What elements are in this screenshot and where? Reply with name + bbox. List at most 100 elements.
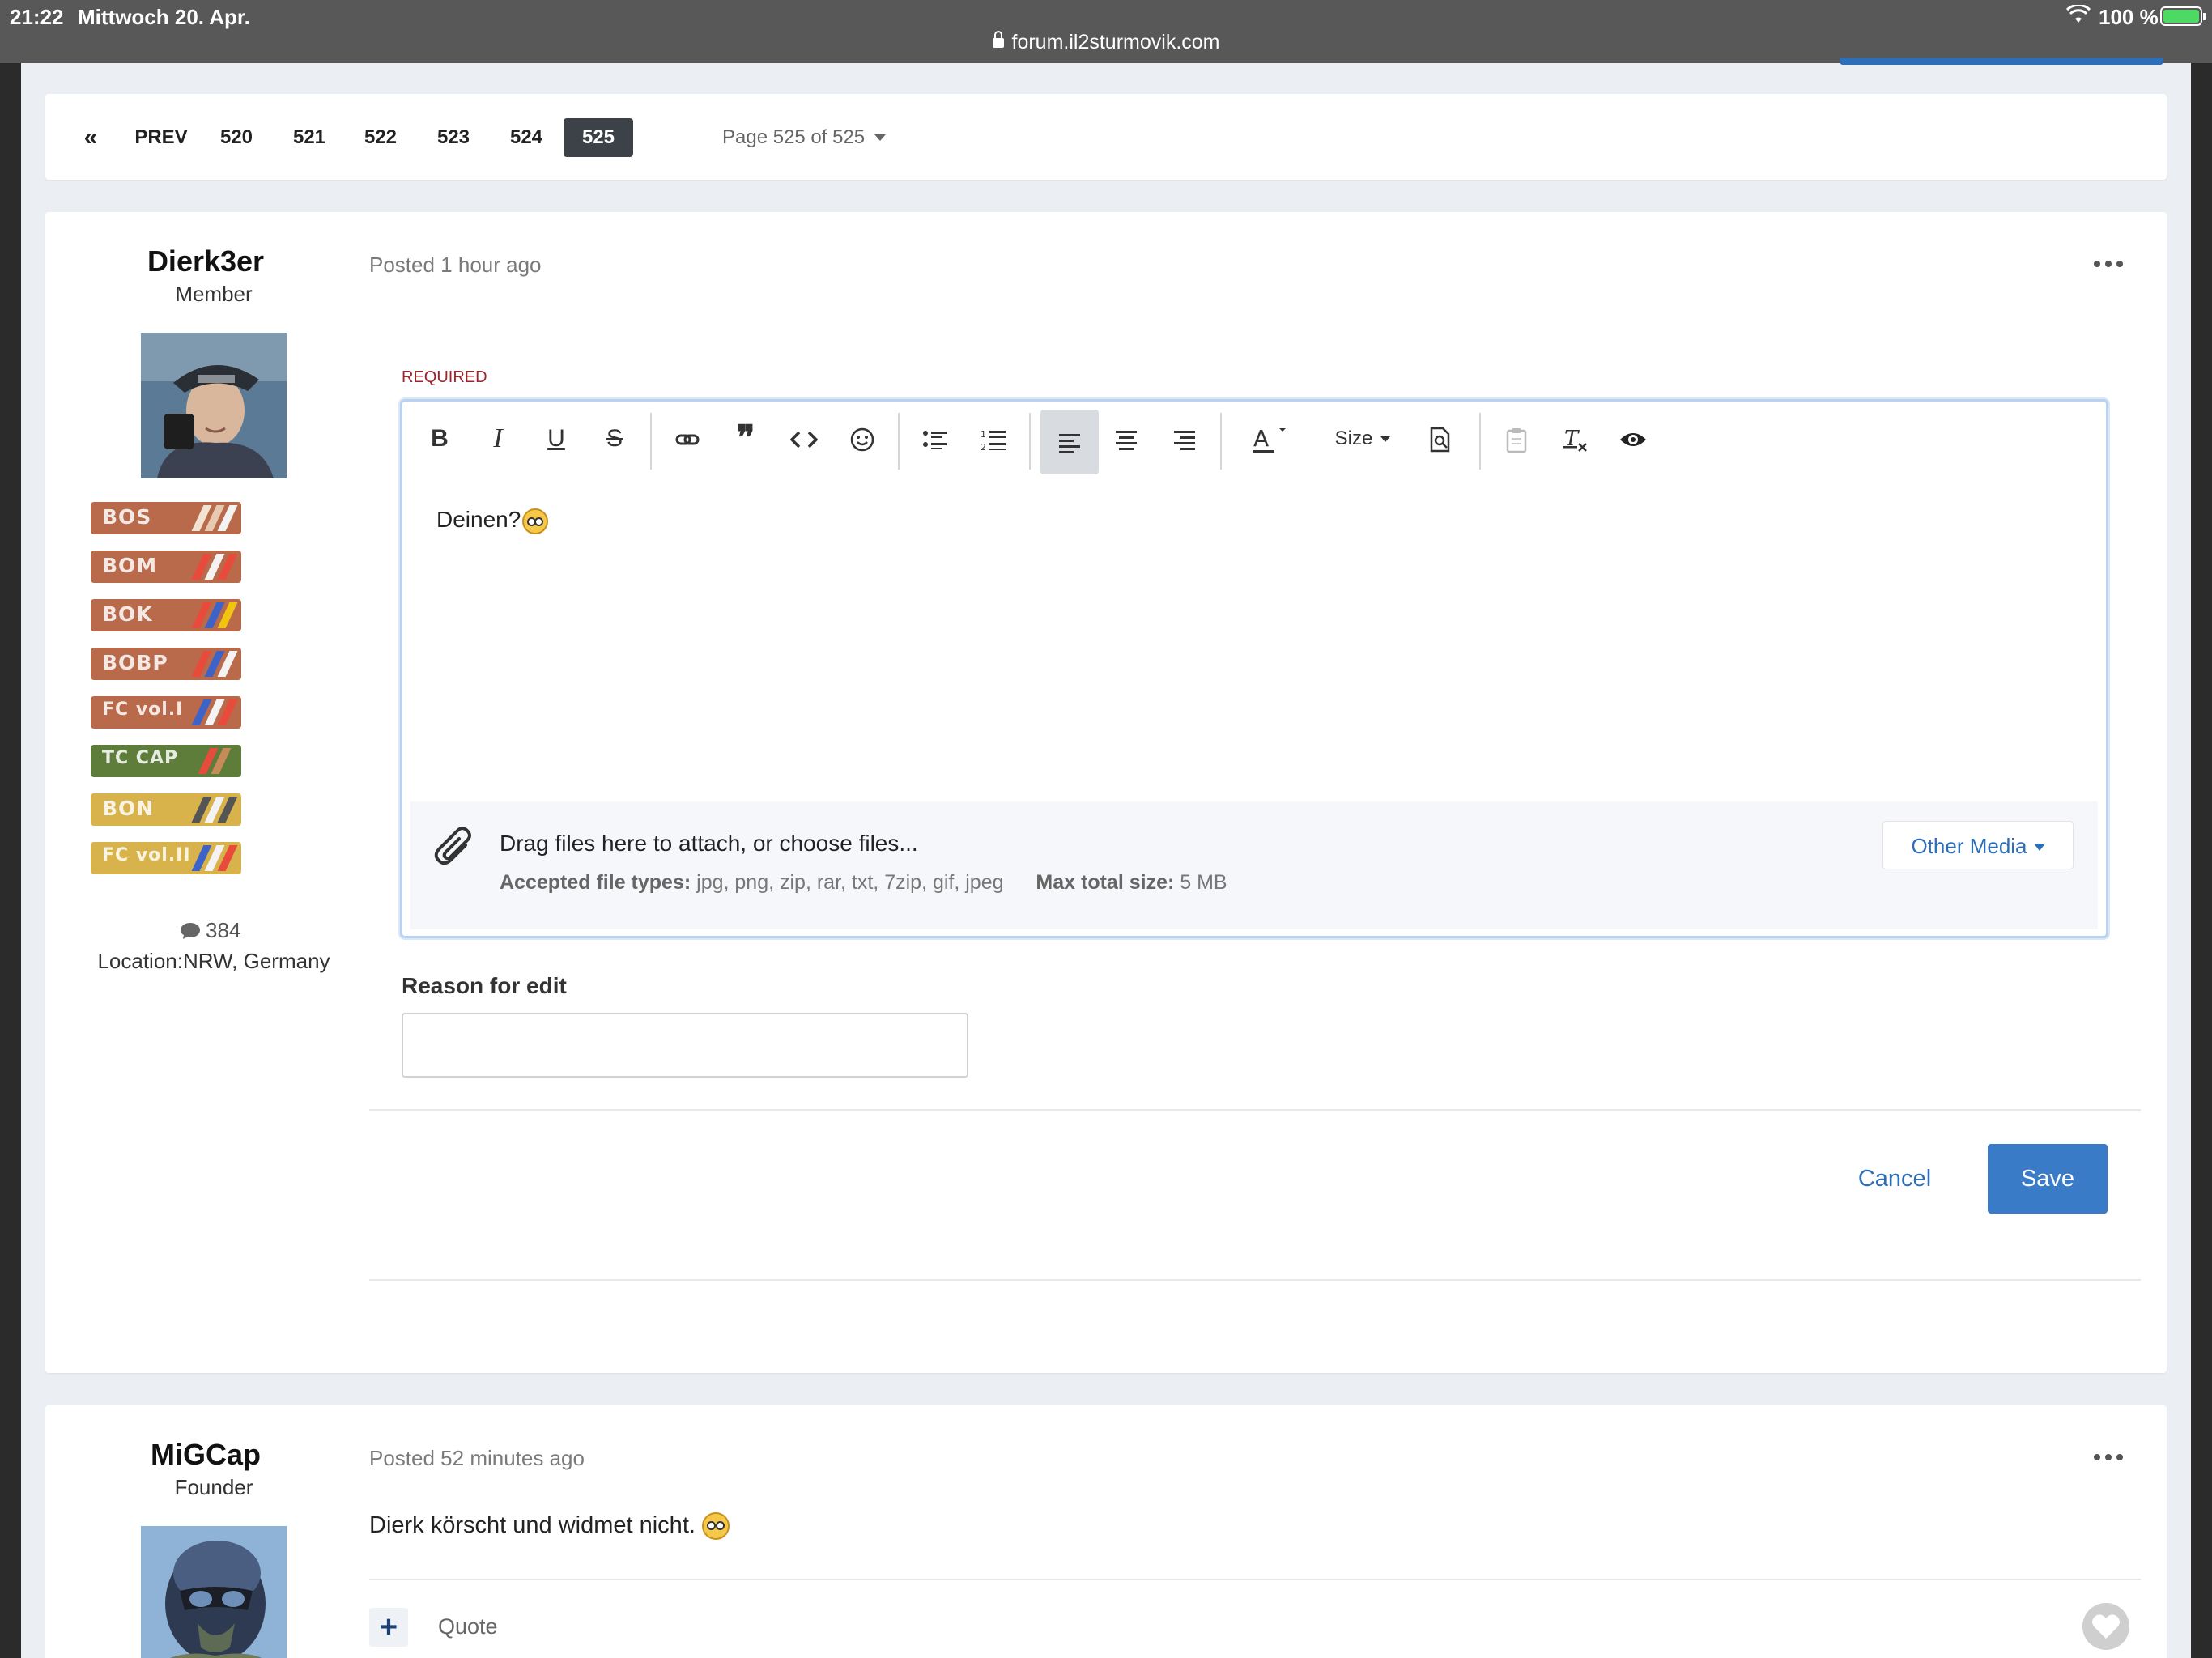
link-icon — [675, 434, 700, 445]
toolbar-separator — [1029, 413, 1031, 470]
page-link-521[interactable]: 521 — [282, 118, 337, 157]
paste-button[interactable] — [1491, 413, 1542, 465]
align-left-button[interactable] — [1040, 410, 1099, 474]
battery-icon — [2160, 6, 2206, 26]
page-link-524[interactable]: 524 — [499, 118, 554, 157]
badge-bom: BOM — [91, 551, 241, 583]
text-color-button[interactable]: A — [1236, 413, 1301, 465]
file-attach-dropzone[interactable]: Drag files here to attach, or choose fil… — [410, 801, 2098, 929]
wifi-icon — [2066, 5, 2091, 23]
rich-text-editor: B I U S ❞ 12 A Size T Deinen? Drag files… — [400, 399, 2108, 938]
svg-text:A: A — [1253, 425, 1269, 452]
smiley-icon — [850, 427, 874, 452]
bullet-list-button[interactable] — [909, 413, 961, 465]
avatar-image — [141, 1526, 287, 1658]
numbered-list-button[interactable]: 12 — [968, 413, 1019, 465]
author-name[interactable]: MiGCap — [44, 1438, 368, 1472]
page-jump-dropdown[interactable]: Page 525 of 525 — [722, 118, 887, 157]
author-avatar[interactable] — [141, 333, 287, 478]
badge-bon: BON — [91, 793, 241, 826]
cancel-button[interactable]: Cancel — [1846, 1143, 1943, 1214]
editor-content-text: Deinen? — [436, 507, 521, 532]
post-count[interactable]: 384 — [180, 918, 240, 943]
badge-fc-vol2: FC vol.II — [91, 842, 241, 874]
attach-instructions[interactable]: Drag files here to attach, or choose fil… — [500, 831, 918, 857]
bullet-list-icon — [923, 431, 947, 450]
code-icon — [789, 431, 819, 449]
quote-button[interactable]: ❞ — [720, 413, 772, 465]
post-timestamp[interactable]: Posted 52 minutes ago — [369, 1446, 585, 1471]
emoji-button[interactable] — [836, 413, 888, 465]
address-url: forum.il2sturmovik.com — [1011, 31, 1220, 53]
post-timestamp[interactable]: Posted 1 hour ago — [369, 253, 542, 278]
header-button-edge — [1840, 58, 2163, 65]
lock-icon — [992, 31, 1004, 48]
font-size-label: Size — [1334, 427, 1373, 449]
badge-bobp: BOBP — [91, 648, 241, 680]
post-content-text: Dierk körscht und widmet nicht. — [369, 1512, 696, 1538]
toggle-preview-button[interactable] — [1607, 413, 1659, 465]
remove-format-button[interactable]: T — [1549, 413, 1601, 465]
badge-bok: BOK — [91, 599, 241, 631]
post-content: Dierk körscht und widmet nicht. — [369, 1512, 730, 1541]
first-page-icon[interactable]: « — [74, 118, 107, 157]
clipboard-icon — [1506, 428, 1527, 453]
accepted-types-value: jpg, png, zip, rar, txt, 7zip, gif, jpeg — [696, 871, 1004, 894]
italic-button[interactable]: I — [472, 413, 524, 465]
align-center-button[interactable] — [1100, 413, 1152, 465]
align-right-button[interactable] — [1159, 413, 1210, 465]
bold-button[interactable]: B — [414, 413, 466, 465]
editor-toolbar: B I U S ❞ 12 A Size T — [402, 402, 2106, 483]
author-name[interactable]: Dierk3er — [44, 244, 368, 278]
author-role: Member — [175, 282, 253, 306]
divider — [369, 1279, 2141, 1281]
strikethrough-button[interactable]: S — [589, 413, 640, 465]
max-size-value: 5 MB — [1180, 871, 1227, 894]
quote-link[interactable]: Quote — [438, 1614, 498, 1639]
battery-percent: 100 % — [2099, 5, 2159, 29]
align-left-icon — [1059, 434, 1080, 454]
reason-for-edit-input[interactable] — [402, 1013, 968, 1078]
eye-icon — [1620, 433, 1646, 447]
page-link-525-active[interactable]: 525 — [564, 118, 633, 157]
toolbar-separator — [1220, 413, 1222, 470]
toolbar-separator — [1479, 413, 1481, 470]
required-label: REQUIRED — [402, 368, 487, 386]
editor-content[interactable]: Deinen? — [436, 507, 549, 534]
link-button[interactable] — [661, 413, 713, 465]
right-edge — [2191, 63, 2212, 1658]
badge-fc-vol1: FC vol.I — [91, 696, 241, 729]
code-button[interactable] — [778, 413, 830, 465]
multiquote-plus-button[interactable]: + — [369, 1608, 408, 1647]
author-avatar[interactable] — [141, 1526, 287, 1658]
other-media-dropdown[interactable]: Other Media — [1882, 821, 2074, 869]
preview-button[interactable] — [1414, 413, 1466, 465]
svg-text:2: 2 — [981, 442, 986, 452]
align-right-icon — [1174, 431, 1195, 451]
page-link-523[interactable]: 523 — [426, 118, 481, 157]
caret-down-icon — [874, 134, 887, 141]
prev-page-link[interactable]: PREV — [125, 118, 198, 157]
caret-down-icon — [1380, 436, 1391, 442]
numbered-list-icon: 12 — [981, 429, 1006, 453]
post-options-icon[interactable] — [2094, 1451, 2126, 1462]
post-options-icon[interactable] — [2094, 257, 2126, 269]
font-size-dropdown[interactable]: Size — [1322, 413, 1403, 465]
reason-for-edit-label: Reason for edit — [402, 973, 567, 998]
page-link-520[interactable]: 520 — [209, 118, 264, 157]
flushed-face-emoji-icon — [522, 508, 549, 534]
reaction-button[interactable] — [2082, 1603, 2129, 1650]
paperclip-icon — [434, 827, 471, 865]
underline-button[interactable]: U — [530, 413, 582, 465]
toolbar-separator — [898, 413, 900, 470]
status-time: 21:22 — [10, 5, 64, 29]
svg-text:1: 1 — [981, 429, 986, 440]
badge-bos: BOS — [91, 502, 241, 534]
address-bar[interactable]: forum.il2sturmovik.com — [0, 31, 2212, 54]
page-link-522[interactable]: 522 — [353, 118, 408, 157]
divider — [369, 1109, 2141, 1111]
post-count-value: 384 — [206, 918, 241, 942]
align-center-icon — [1116, 431, 1137, 451]
page-info-label: Page 525 of 525 — [722, 126, 866, 148]
save-button[interactable]: Save — [1988, 1144, 2108, 1214]
